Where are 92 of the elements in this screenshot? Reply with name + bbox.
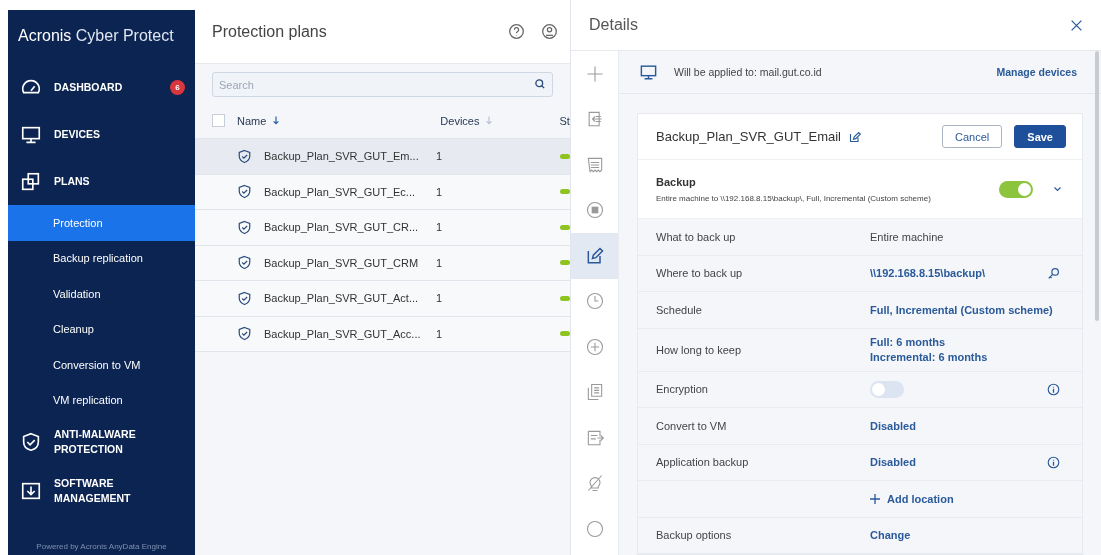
select-all-checkbox[interactable] [212,114,225,127]
close-icon[interactable] [1070,18,1083,32]
section-title: Backup [656,175,697,188]
status-bar [560,260,570,266]
table-cell-text: 1 [436,150,444,163]
count-badge: 6 [170,80,185,95]
add-location-link[interactable]: Add location [870,492,954,505]
setting-label: Where to back up [656,267,744,280]
table-cell-text: 1 [436,221,444,234]
shield-icon [237,184,252,200]
sidebar-subitem[interactable]: Validation [8,276,195,312]
info-icon[interactable] [1047,455,1060,469]
setting-link[interactable]: Full, Incremental (Custom scheme) [870,303,1053,316]
shield-icon [237,255,252,271]
sidebar-item[interactable]: DASHBOARD 6 [8,64,195,111]
toggle-switch[interactable] [999,180,1033,198]
setting-link[interactable]: Disabled [870,456,916,469]
info-icon[interactable] [1047,382,1060,396]
download-box-icon [20,480,42,502]
section-summary: Entire machine to \\192.168.8.15\backup\, Full, Incremental (Custom scheme) [656,193,932,203]
plus-circle-icon [584,336,605,357]
manage-devices-link[interactable]: Manage devices [996,66,1077,78]
shield-icon [237,219,252,235]
app-logo: Acronis Cyber Protect [17,26,175,46]
chevron-down-icon[interactable] [1053,186,1062,192]
page-title: Protection plans [212,22,328,41]
status-bar [560,295,570,301]
sort-arrow-icon [272,115,281,126]
setting-label: Backup options [656,529,733,542]
setting-label: Convert to VM [656,419,728,432]
table-cell-text: Backup_Plan_SVR_GUT_CRM [264,256,420,269]
setting-value: Entire machine [870,230,944,243]
sidebar-item[interactable]: SOFTWARE MANAGEMENT [8,465,195,517]
scrollbar[interactable] [1095,51,1099,321]
clock-icon [584,291,605,312]
toolbar-button[interactable] [571,233,618,279]
table-cell-text: 1 [436,256,444,269]
squares-icon [20,170,42,193]
footer-text: Powered by Acronis AnyData Engine [35,542,168,553]
shield-icon [237,148,252,164]
sidebar-subitem[interactable]: Protection [8,205,195,241]
setting-label: Encryption [656,383,709,396]
shield-icon [20,430,42,453]
sidebar-item[interactable]: DEVICES [8,111,195,158]
table-cell-text: 1 [436,185,444,198]
setting-link[interactable]: Change [870,529,911,542]
table-cell-text: Backup_Plan_SVR_GUT_Acc... [264,327,422,340]
setting-label: Schedule [656,303,703,316]
sidebar-item[interactable]: PLANS [8,158,195,205]
sidebar-subitem[interactable]: VM replication [8,382,195,418]
stop-icon [584,200,605,221]
edit-icon[interactable] [849,130,861,143]
setting-label: How long to keep [656,343,742,356]
table-cell-text: Backup_Plan_SVR_GUT_Act... [264,292,420,305]
sidebar-item[interactable]: ANTI-MALWARE PROTECTION [8,418,195,465]
table-cell-text: Backup_Plan_SVR_GUT_Ec... [264,185,417,198]
column-header[interactable]: Name [237,114,267,127]
monitor-icon [639,62,658,82]
table-cell-text: Backup_Plan_SVR_GUT_Em... [264,150,420,163]
applied-to-text: Will be applied to: mail.gut.co.id [674,66,823,78]
status-bar [560,189,570,195]
sidebar-subitem[interactable]: Cleanup [8,311,195,347]
panel-title: Details [589,16,639,34]
column-header[interactable]: St [559,114,570,127]
shield-icon [237,290,252,306]
setting-label: What to back up [656,230,737,243]
toggle-switch[interactable] [870,380,904,398]
plus-icon [870,493,880,504]
setting-link[interactable]: Disabled [870,419,916,432]
circle-icon [584,518,605,539]
status-bar [560,224,570,230]
sidebar-subitem[interactable]: Backup replication [8,240,195,276]
search-field[interactable]: Search [212,72,553,97]
table-row[interactable]: Backup_Plan_SVR_GUT_Em... 1 [195,139,570,175]
cancel-button[interactable]: Cancel [942,125,1003,148]
save-button[interactable]: Save [1014,125,1066,148]
sidebar-subitem[interactable]: Conversion to VM [8,347,195,383]
setting-link[interactable]: \\192.168.8.15\backup\ [870,267,985,280]
column-header[interactable]: Devices [440,114,480,127]
table-cell-text: Backup_Plan_SVR_GUT_CR... [264,221,420,234]
status-bar [560,153,570,159]
help-icon[interactable] [508,23,525,40]
plan-name: Backup_Plan_SVR_GUT_Email [656,129,841,144]
sort-arrow-icon [485,115,494,126]
user-icon[interactable] [541,23,558,40]
status-bar [560,331,570,337]
search-icon[interactable] [534,78,546,90]
table-cell-text: 1 [436,327,444,340]
shield-icon [237,326,252,342]
setting-label: Application backup [656,456,750,469]
table-cell-text: 1 [436,292,444,305]
setting-link[interactable]: Full: 6 months Incremental: 6 months [870,334,988,365]
